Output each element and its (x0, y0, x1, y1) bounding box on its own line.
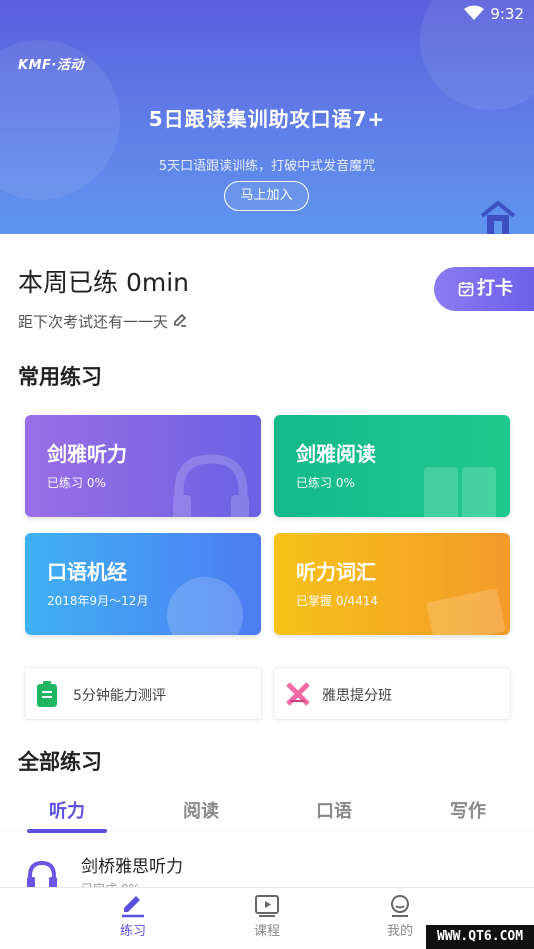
profile-icon (391, 895, 409, 917)
join-now-button[interactable]: 马上加入 (224, 181, 309, 211)
battery-icon (37, 681, 57, 707)
tab-reading[interactable]: 阅读 (161, 797, 241, 823)
nav-practice-label: 练习 (119, 924, 146, 939)
ability-test-label: 5分钟能力测评 (73, 688, 166, 704)
book-icon (424, 467, 496, 517)
card-cambridge-listening[interactable]: 剑雅听力 已练习 0% (25, 415, 261, 517)
nav-profile-label: 我的 (386, 924, 413, 939)
card-title: 剑雅听力 (47, 442, 127, 466)
ability-test-button[interactable]: 5分钟能力测评 (24, 667, 262, 720)
tab-writing[interactable]: 写作 (428, 797, 508, 823)
checkin-label: 打卡 (477, 278, 513, 299)
pencil-cross-icon (286, 682, 310, 706)
headphones-icon (173, 454, 249, 517)
card-listening-vocabulary[interactable]: 听力词汇 已掌握 0/4414 (274, 533, 510, 635)
status-time: 9:32 (490, 5, 524, 23)
card-title: 剑雅阅读 (296, 442, 376, 466)
play-icon (255, 895, 279, 917)
checkin-button[interactable]: 打卡 (434, 267, 534, 311)
calendar-icon (458, 282, 474, 297)
headphones-icon (27, 860, 57, 890)
banner-title: 5日跟读集训助攻口语7+ (148, 107, 386, 131)
card-date-range: 2018年9月～12月 (47, 594, 149, 608)
smile-icon (167, 577, 243, 635)
nav-profile[interactable]: 我的 (370, 894, 430, 939)
card-progress: 已练习 0% (47, 476, 106, 490)
tab-speaking[interactable]: 口语 (294, 797, 374, 823)
bottom-navigation: 练习 课程 我的 WWW.QT6.COM (0, 887, 534, 949)
weekly-practice-time: 本周已练 0min (18, 268, 189, 297)
list-item-title: 剑桥雅思听力 (81, 857, 183, 877)
kmf-logo: KMF·活动 (18, 58, 84, 73)
card-title: 口语机经 (47, 560, 127, 584)
nav-courses[interactable]: 课程 (237, 894, 297, 939)
all-practice-title: 全部练习 (18, 750, 102, 774)
abc-card-icon (426, 589, 506, 635)
status-bar: 9:32 (0, 0, 534, 28)
card-mastery: 已掌握 0/4414 (296, 594, 379, 608)
score-boost-class-label: 雅思提分班 (322, 688, 392, 704)
wifi-icon (464, 5, 484, 20)
card-title: 听力词汇 (296, 560, 376, 584)
card-progress: 已练习 0% (296, 476, 355, 490)
house-icon (480, 200, 516, 234)
site-watermark: WWW.QT6.COM (426, 925, 534, 949)
edit-exam-date-icon[interactable] (172, 312, 188, 328)
pencil-icon (122, 896, 144, 918)
card-cambridge-reading[interactable]: 剑雅阅读 已练习 0% (274, 415, 510, 517)
tab-active-indicator (27, 829, 107, 833)
common-practice-title: 常用练习 (18, 365, 102, 389)
exam-countdown: 距下次考试还有一一天 (18, 313, 169, 331)
card-speaking-questions[interactable]: 口语机经 2018年9月～12月 (25, 533, 261, 635)
nav-courses-label: 课程 (253, 924, 280, 939)
practice-tabs: 听力 阅读 口语 写作 (0, 787, 534, 833)
score-boost-class-button[interactable]: 雅思提分班 (273, 667, 511, 720)
activity-banner[interactable]: 9:32 KMF·活动 5日跟读集训助攻口语7+ 5天口语跟读训练，打破中式发音… (0, 0, 534, 234)
tab-listening[interactable]: 听力 (27, 797, 107, 823)
banner-subtitle: 5天口语跟读训练，打破中式发音魔咒 (158, 159, 376, 174)
nav-practice[interactable]: 练习 (103, 894, 163, 939)
